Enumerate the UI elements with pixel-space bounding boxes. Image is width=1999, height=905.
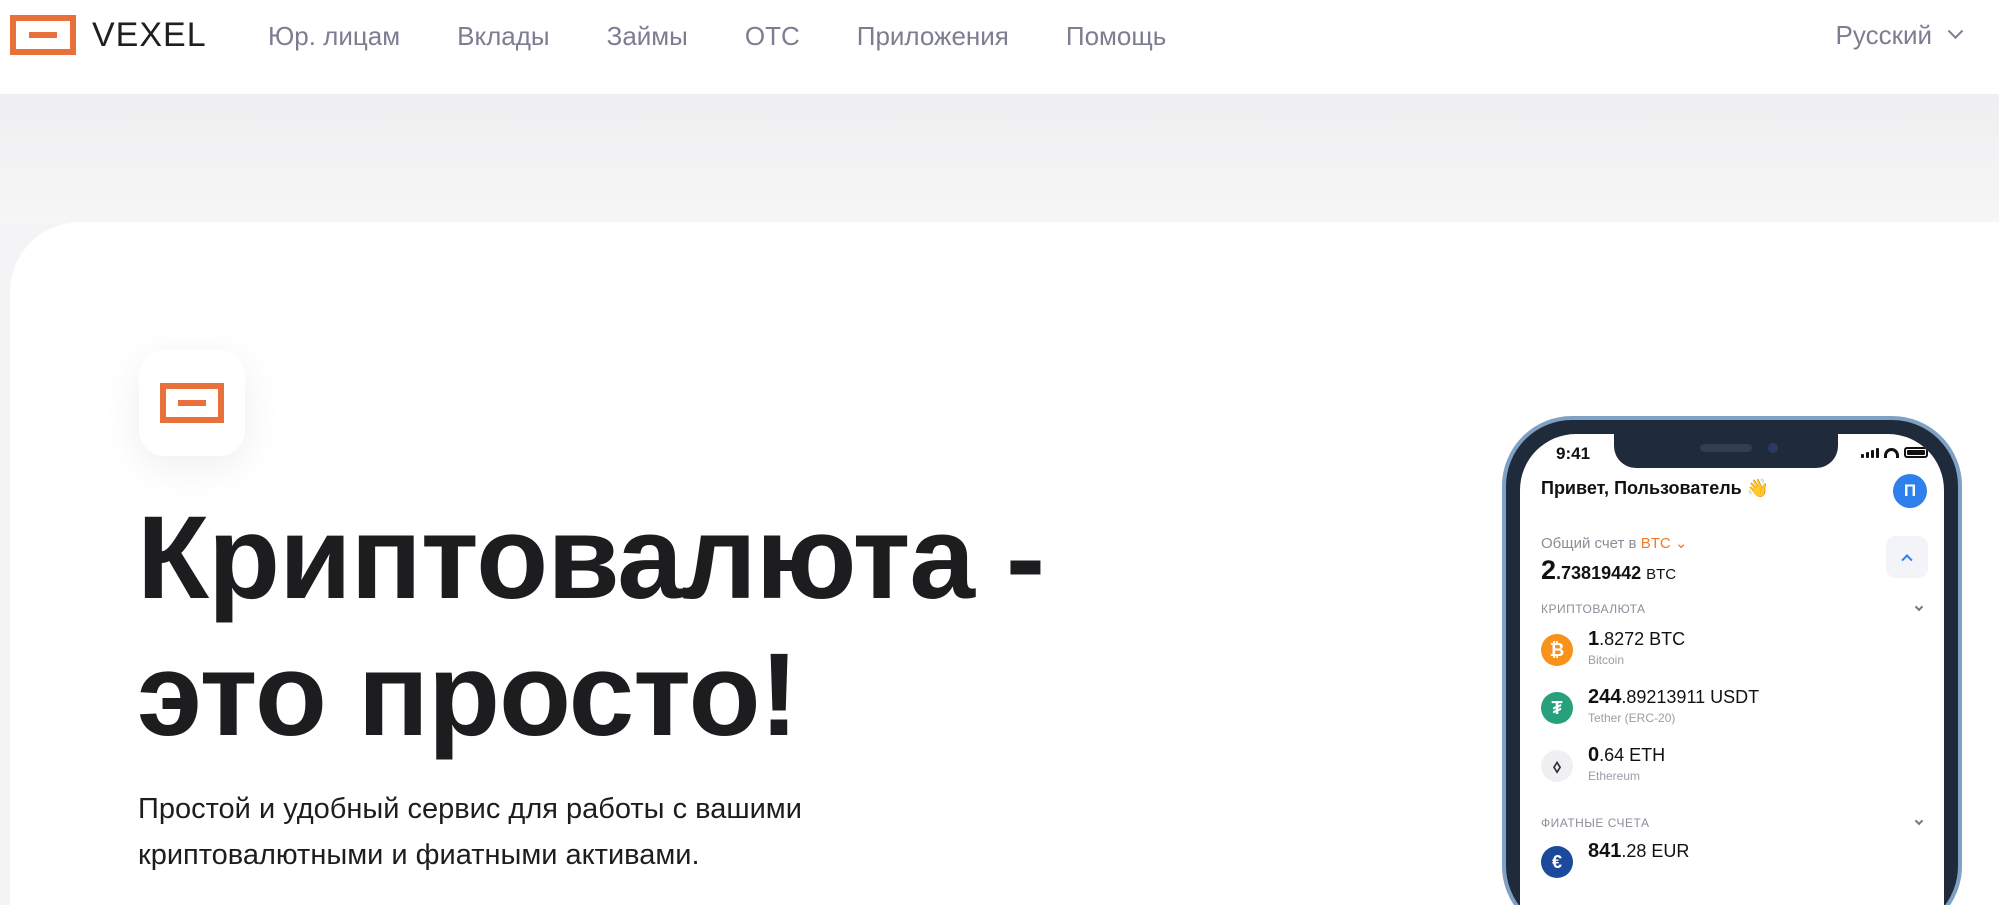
asset-amount: 841.28 EUR xyxy=(1588,840,1690,862)
phone-notch xyxy=(1614,434,1838,468)
status-time: 9:41 xyxy=(1556,444,1591,463)
vexel-logo[interactable]: VEXEL xyxy=(10,15,207,55)
language-selector[interactable]: Русский xyxy=(1835,20,1964,51)
chevron-down-icon xyxy=(1914,602,1924,612)
camera-icon xyxy=(1768,443,1778,453)
list-item[interactable]: ₿ 1.8272 BTC Bitcoin xyxy=(1541,628,1901,672)
hero-title: Криптовалюта - это просто! xyxy=(137,490,1087,764)
hero-title-line: Криптовалюта - xyxy=(137,492,1045,624)
vexel-logo-icon xyxy=(160,383,224,423)
battery-icon xyxy=(1904,447,1928,458)
language-label: Русский xyxy=(1835,20,1932,50)
hero-subtitle-line: Простой и удобный сервис для работы с ва… xyxy=(138,793,802,825)
signal-icon xyxy=(1861,448,1879,458)
fiat-section-header[interactable]: ФИАТНЫЕ СЧЕТА xyxy=(1541,816,1926,830)
chevron-down-icon xyxy=(1947,23,1964,40)
vexel-logo-icon xyxy=(10,15,76,55)
status-icons xyxy=(1861,447,1928,458)
nav-item-loans[interactable]: Займы xyxy=(607,21,688,52)
top-header: VEXEL Юр. лицам Вклады Займы OTC Приложе… xyxy=(0,0,1999,94)
speaker-grille xyxy=(1700,444,1752,452)
hero-subtitle: Простой и удобный сервис для работы с ва… xyxy=(138,786,918,878)
list-item[interactable]: ⬨ 0.64 ETH Ethereum xyxy=(1541,744,1901,788)
asset-name: Tether (ERC-20) xyxy=(1588,711,1676,725)
collapse-button[interactable] xyxy=(1886,536,1928,578)
total-currency-select[interactable]: BTC ⌄ xyxy=(1641,535,1688,552)
list-item[interactable]: € 841.28 EUR xyxy=(1541,840,1901,884)
nav-item-deposits[interactable]: Вклады xyxy=(457,21,550,52)
wifi-icon xyxy=(1884,448,1899,458)
nav-item-otc[interactable]: OTC xyxy=(745,21,800,52)
list-item[interactable]: ₮ 244.89213911 USDT Tether (ERC-20) xyxy=(1541,686,1901,730)
phone-screen: 9:41 Привет, Пользователь 👋 П Общий счет… xyxy=(1520,434,1944,905)
chevron-up-icon xyxy=(1901,554,1913,566)
phone-mockup: 9:41 Привет, Пользователь 👋 П Общий счет… xyxy=(1502,416,1962,905)
main-nav: Юр. лицам Вклады Займы OTC Приложения По… xyxy=(268,0,1223,72)
hero-title-line: это просто! xyxy=(137,629,799,761)
total-balance-label: Общий счет в BTC ⌄ xyxy=(1541,534,1687,552)
nav-item-help[interactable]: Помощь xyxy=(1066,21,1166,52)
avatar[interactable]: П xyxy=(1893,474,1927,508)
brand-name: VEXEL xyxy=(92,15,207,54)
chevron-down-icon xyxy=(1914,816,1924,826)
nav-item-business[interactable]: Юр. лицам xyxy=(268,21,400,52)
nav-item-apps[interactable]: Приложения xyxy=(857,21,1009,52)
greeting: Привет, Пользователь 👋 xyxy=(1541,478,1770,498)
ethereum-icon: ⬨ xyxy=(1541,750,1573,782)
asset-amount: 1.8272 BTC xyxy=(1588,628,1686,650)
app-logo-tile xyxy=(139,350,245,456)
bitcoin-icon: ₿ xyxy=(1541,634,1573,666)
asset-amount: 244.89213911 USDT xyxy=(1588,686,1760,708)
tether-icon: ₮ xyxy=(1541,692,1573,724)
total-balance-value: 2.73819442 BTC xyxy=(1541,555,1677,585)
total-label-text: Общий счет в xyxy=(1541,535,1637,552)
hero-subtitle-line: криптовалютными и фиатными активами. xyxy=(138,839,700,871)
asset-name: Bitcoin xyxy=(1588,653,1625,667)
header-band xyxy=(0,94,1999,224)
asset-name: Ethereum xyxy=(1588,769,1641,783)
crypto-section-header[interactable]: КРИПТОВАЛЮТА xyxy=(1541,602,1926,616)
euro-icon: € xyxy=(1541,846,1573,878)
asset-amount: 0.64 ETH xyxy=(1588,744,1666,766)
